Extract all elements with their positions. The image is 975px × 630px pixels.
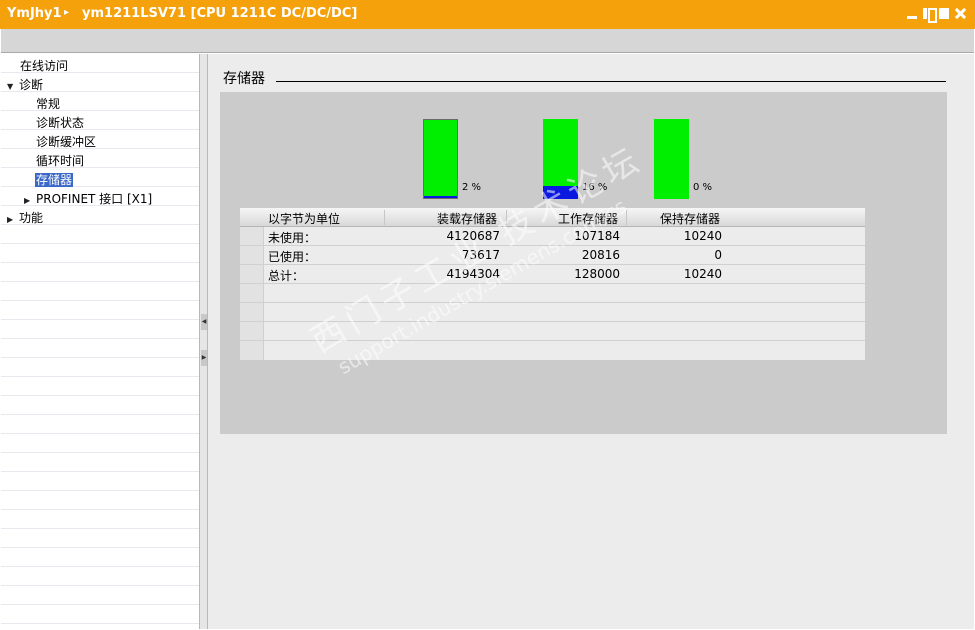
collapse-left-icon[interactable]: ◀ — [201, 314, 207, 330]
retentive-memory-value: 10240 — [683, 229, 722, 243]
memory-table: 以字节为单位 装载存储器 工作存储器 保持存储器 未使用： 4120687 10… — [240, 208, 865, 360]
device-path[interactable]: ym1211LSV71 [CPU 1211C DC/DC/DC] — [82, 6, 357, 21]
tile-icon[interactable] — [923, 8, 937, 23]
tree-item-cycle-time[interactable]: 循环时间 — [36, 152, 84, 170]
row-divider — [240, 283, 264, 284]
pane-splitter[interactable]: ◀ ▶ — [199, 54, 208, 629]
retentive-memory-usage-bar — [654, 119, 689, 199]
tree-item-functions[interactable]: ▶ 功能 — [7, 209, 43, 227]
tree-item-label: 常规 — [36, 97, 61, 111]
expand-right-icon[interactable]: ▶ — [201, 350, 207, 366]
table-row[interactable]: 已使用： 73617 20816 0 — [264, 246, 865, 265]
memory-panel: 2 % 16 % 0 % 以字节为单位 装载存储器 工作存储器 保持存储器 未使… — [220, 92, 947, 434]
tree-item-diagnostics[interactable]: ▼ 诊断 — [7, 76, 43, 94]
maximize-icon[interactable] — [939, 8, 949, 19]
expand-arrow-icon[interactable]: ▶ — [24, 192, 36, 210]
work-memory-percent: 16 % — [582, 182, 608, 193]
tree-item-label: 循环时间 — [36, 154, 85, 168]
close-icon[interactable] — [955, 8, 965, 19]
retentive-memory-value: 10240 — [683, 267, 722, 281]
retentive-memory-percent: 0 % — [693, 182, 713, 193]
row-label: 已使用： — [268, 250, 317, 264]
tree-item-label: 诊断状态 — [36, 116, 85, 130]
row-label: 总计： — [268, 269, 305, 283]
expand-arrow-icon[interactable]: ▶ — [7, 211, 19, 229]
table-row-empty — [264, 341, 865, 360]
load-memory-usage-bar — [423, 119, 458, 199]
main-panel: 存储器 2 % 16 % 0 % 以字节为单位 装载存储器 工作存储器 保持存储… — [208, 54, 974, 629]
column-header-unit[interactable]: 以字节为单位 — [268, 210, 340, 227]
table-row-empty — [264, 303, 865, 322]
column-header-retentive-memory[interactable]: 保持存储器 — [660, 210, 720, 227]
minimize-icon[interactable] — [907, 8, 917, 19]
work-memory-value: 20816 — [581, 248, 620, 262]
column-divider[interactable] — [506, 210, 507, 225]
row-divider — [240, 321, 264, 322]
section-title: 存储器 — [223, 71, 265, 87]
tree-item-label: 存储器 — [35, 173, 74, 187]
row-divider — [240, 302, 264, 303]
row-divider — [240, 264, 264, 265]
load-memory-percent: 2 % — [462, 182, 482, 193]
tree-item-diagnostic-buffer[interactable]: 诊断缓冲区 — [36, 133, 96, 151]
load-memory-used-fill — [424, 196, 457, 198]
row-label: 未使用： — [268, 231, 317, 245]
load-memory-value: 4120687 — [446, 229, 500, 243]
table-row-empty — [264, 322, 865, 341]
column-divider[interactable] — [626, 210, 627, 225]
tree-item-label: PROFINET 接口 [X1] — [36, 192, 153, 206]
work-memory-used-fill — [543, 186, 578, 199]
retentive-memory-value: 0 — [714, 248, 722, 262]
tree-item-label: 诊断 — [19, 78, 44, 92]
expand-arrow-icon[interactable]: ▼ — [7, 78, 19, 96]
column-header-load-memory[interactable]: 装载存储器 — [437, 210, 497, 227]
load-memory-value: 4194304 — [446, 267, 500, 281]
tree-item-online-access[interactable]: 在线访问 — [20, 57, 68, 75]
table-header: 以字节为单位 装载存储器 工作存储器 保持存储器 — [240, 208, 865, 227]
column-divider[interactable] — [384, 210, 385, 225]
window-controls — [907, 8, 965, 23]
section-divider — [276, 81, 946, 82]
title-bar: YmJhy1 ▸ ym1211LSV71 [CPU 1211C DC/DC/DC… — [0, 0, 975, 29]
table-row-empty — [264, 284, 865, 303]
tree-item-general[interactable]: 常规 — [36, 95, 60, 113]
work-memory-value: 107184 — [574, 229, 620, 243]
row-divider — [240, 340, 264, 341]
table-row[interactable]: 未使用： 4120687 107184 10240 — [264, 227, 865, 246]
tree-item-diagnostic-status[interactable]: 诊断状态 — [36, 114, 84, 132]
column-header-work-memory[interactable]: 工作存储器 — [558, 210, 618, 227]
work-memory-value: 128000 — [574, 267, 620, 281]
row-divider — [240, 245, 264, 246]
tree-item-memory[interactable]: 存储器 — [35, 171, 74, 189]
work-memory-usage-bar — [543, 119, 578, 199]
row-header-column — [240, 227, 264, 360]
tree-item-label: 诊断缓冲区 — [36, 135, 97, 149]
navigation-tree: 在线访问 ▼ 诊断 常规 诊断状态 诊断缓冲区 循环时间 存储器 ▶ PROFINE… — [1, 54, 199, 629]
tree-item-label: 功能 — [19, 211, 44, 225]
table-row[interactable]: 总计： 4194304 128000 10240 — [264, 265, 865, 284]
load-memory-value: 73617 — [461, 248, 500, 262]
tree-item-label: 在线访问 — [20, 59, 69, 73]
breadcrumb-separator-icon: ▸ — [64, 7, 70, 18]
device-name[interactable]: YmJhy1 — [7, 6, 62, 21]
toolbar-strip — [1, 29, 974, 53]
tree-item-profinet-interface[interactable]: ▶ PROFINET 接口 [X1] — [24, 190, 152, 208]
